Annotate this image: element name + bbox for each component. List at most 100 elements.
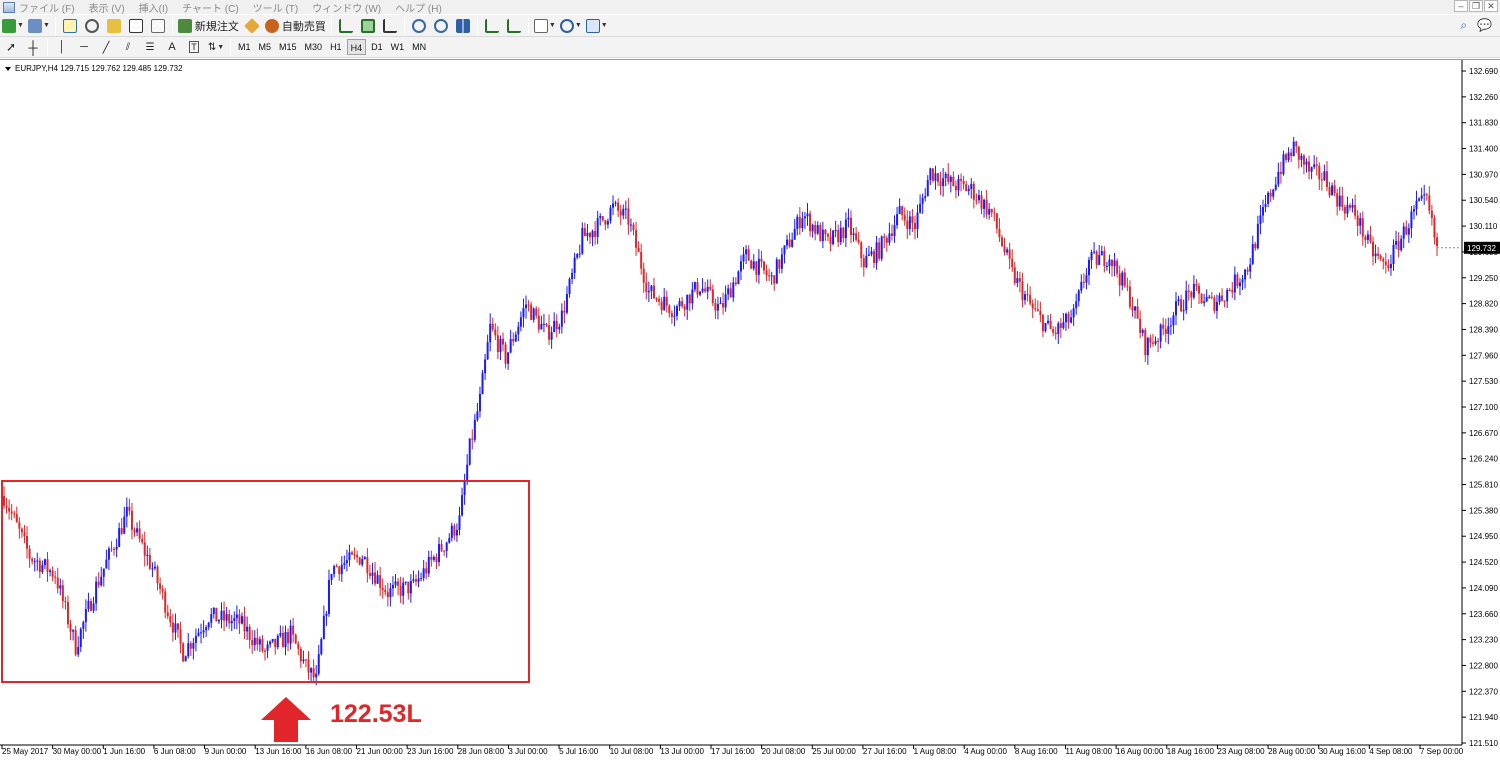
indicators-button[interactable]: ▼ [533, 17, 556, 35]
restore-icon[interactable]: ❐ [1469, 0, 1483, 12]
candle-body [834, 230, 837, 232]
line-chart-button[interactable] [381, 17, 399, 35]
timeframe-m15[interactable]: M15 [276, 39, 300, 55]
candle-body [1392, 244, 1395, 265]
candle-body [665, 296, 668, 306]
candle-body [384, 589, 387, 593]
minimize-icon[interactable]: – [1454, 0, 1468, 12]
candle-body [1018, 278, 1021, 282]
candle-body [622, 208, 625, 216]
cursor-button[interactable]: ➚ [2, 38, 20, 56]
candle-body [10, 511, 13, 514]
candle-body [33, 561, 36, 563]
candle-body [1041, 315, 1044, 332]
data-window-button[interactable] [83, 17, 101, 35]
candle-body [998, 228, 1001, 238]
timeframe-h4[interactable]: H4 [346, 39, 367, 55]
menu-window[interactable]: ウィンドウ (W) [312, 0, 381, 15]
line-chart-icon [382, 18, 397, 33]
candle-body [1359, 218, 1362, 226]
candle-body [164, 591, 167, 613]
menu-bar: ファイル (F) 表示 (V) 挿入(I) チャート (C) ツール (T) ウ… [0, 0, 1500, 15]
price-tick-label: 127.960 [1469, 351, 1498, 360]
price-chart[interactable]: 132.690 132.260 131.830 131.400 130.970 130.5… [0, 60, 1500, 762]
zoom-in-button[interactable] [410, 17, 428, 35]
profiles-button[interactable]: ▼ [27, 17, 50, 35]
candle-body [110, 548, 113, 550]
auto-trading-button[interactable]: 自動売買 [264, 17, 326, 35]
candle-body [980, 195, 983, 209]
candle-body [125, 506, 128, 517]
arrows-button[interactable]: ⇅ ▼ [207, 38, 225, 56]
timeframe-m5[interactable]: M5 [256, 39, 275, 55]
new-chart-button[interactable]: ▼ [2, 17, 24, 35]
timeframe-h1[interactable]: H1 [327, 39, 345, 55]
bar-chart-button[interactable] [337, 17, 355, 35]
text-button[interactable]: A [163, 38, 181, 56]
candle-body [970, 183, 973, 189]
price-tick-label: 127.100 [1469, 403, 1498, 412]
menu-chart[interactable]: チャート (C) [182, 0, 239, 15]
timeframe-d1[interactable]: D1 [368, 39, 386, 55]
crosshair-button[interactable]: ┼ [24, 38, 42, 56]
candle-body [706, 286, 709, 292]
fibonacci-button[interactable]: ☰ [141, 38, 159, 56]
candle-body [1218, 295, 1221, 302]
fibonacci-icon: ☰ [145, 41, 155, 53]
candle-body [954, 186, 957, 191]
text-label-button[interactable]: T [185, 38, 203, 56]
menu-insert[interactable]: 挿入(I) [139, 0, 168, 15]
candle-body [376, 575, 379, 584]
metaeditor-button[interactable] [243, 17, 261, 35]
candle-body [233, 618, 236, 621]
chart-shift-button[interactable] [483, 17, 501, 35]
price-tick-label: 126.670 [1469, 429, 1498, 438]
horizontal-line-button[interactable]: ─ [75, 38, 93, 56]
price-tick-label: 125.810 [1469, 481, 1498, 490]
candle-body [264, 650, 267, 652]
candle-body [269, 641, 272, 645]
candle-body [919, 203, 922, 213]
candle-body [1336, 193, 1339, 207]
tester-button[interactable] [149, 17, 167, 35]
timeframe-w1[interactable]: W1 [388, 39, 408, 55]
candle-body [947, 173, 950, 182]
menu-view[interactable]: 表示 (V) [89, 0, 125, 15]
terminal-button[interactable] [127, 17, 145, 35]
timeframe-m30[interactable]: M30 [302, 39, 326, 55]
vertical-line-button[interactable]: │ [53, 38, 71, 56]
chat-icon[interactable]: 💬 [1477, 18, 1492, 33]
auto-scroll-button[interactable] [505, 17, 523, 35]
templates-button[interactable]: ▼ [585, 17, 608, 35]
timeframe-mn[interactable]: MN [409, 39, 429, 55]
candle-body [601, 216, 604, 221]
periods-button[interactable]: ▼ [559, 17, 582, 35]
new-order-button[interactable]: 新規注文 [177, 17, 239, 35]
market-watch-button[interactable] [61, 17, 79, 35]
candle-body [473, 419, 476, 440]
menu-tools[interactable]: ツール (T) [253, 0, 299, 15]
channel-button[interactable]: ⫽ [119, 38, 137, 56]
candle-body [64, 601, 67, 603]
candlestick-button[interactable] [359, 17, 377, 35]
menu-help[interactable]: ヘルプ (H) [395, 0, 442, 15]
candle-body [1064, 313, 1067, 323]
zoom-out-button[interactable] [432, 17, 450, 35]
candle-body [965, 184, 968, 192]
close-icon[interactable]: ✕ [1484, 0, 1498, 12]
candle-body [509, 338, 512, 353]
tile-windows-button[interactable] [454, 17, 472, 35]
candle-body [977, 195, 980, 201]
candle-body [504, 344, 507, 364]
candle-body [130, 510, 133, 530]
candle-body [77, 647, 80, 655]
chart-window[interactable]: 132.690 132.260 131.830 131.400 130.970 130.5… [0, 59, 1500, 762]
search-icon[interactable]: ⌕ [1460, 18, 1467, 33]
trendline-button[interactable]: ╱ [97, 38, 115, 56]
navigator-button[interactable] [105, 17, 123, 35]
auto-scroll-icon [506, 18, 521, 33]
timeframe-m1[interactable]: M1 [235, 39, 254, 55]
candle-body [95, 581, 98, 604]
menu-file[interactable]: ファイル (F) [19, 0, 75, 15]
candle-body [1213, 297, 1216, 311]
